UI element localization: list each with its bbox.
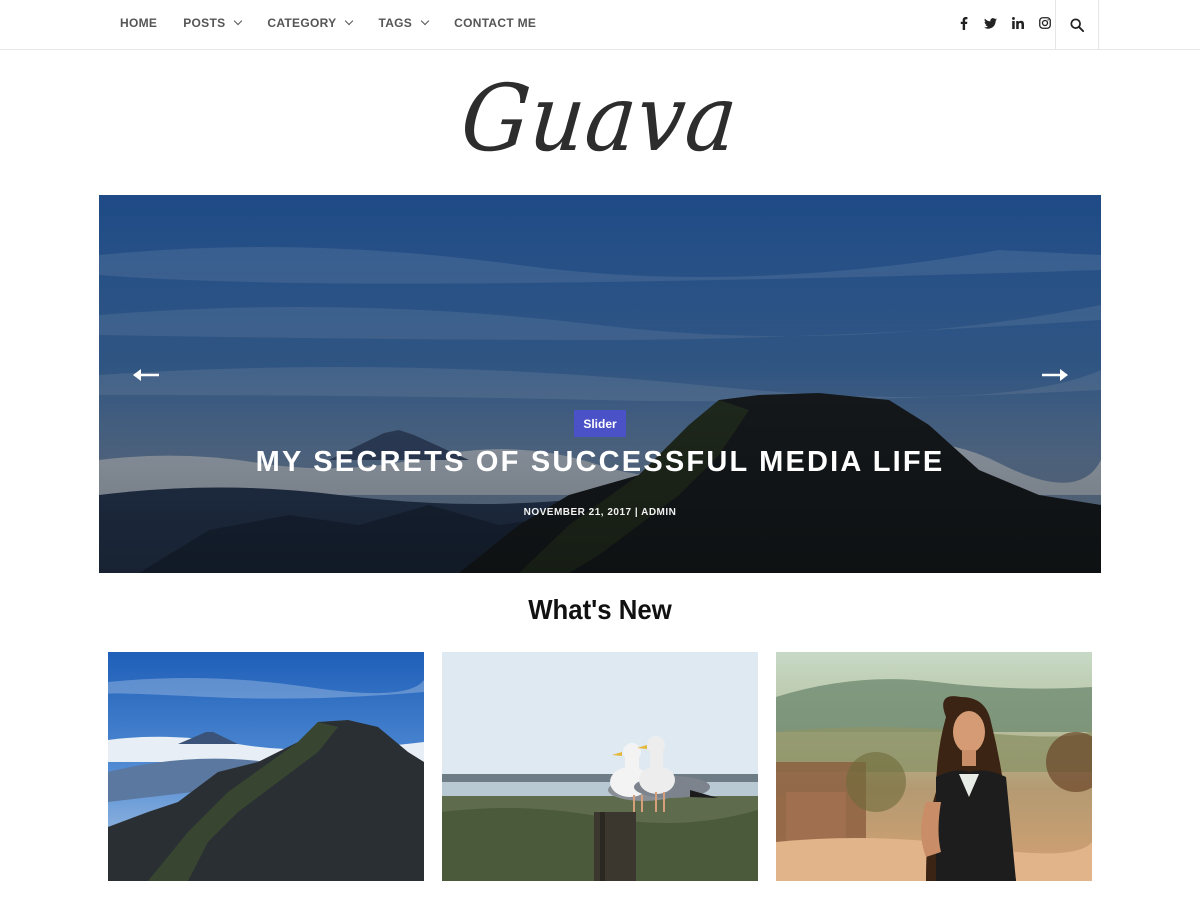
seagulls-photo (442, 652, 758, 881)
search-icon (1070, 17, 1084, 32)
site-logo[interactable]: Guava (0, 50, 1200, 190)
nav-item-posts[interactable]: POSTS (183, 16, 243, 30)
post-card-seagulls[interactable] (442, 652, 758, 881)
linkedin-icon[interactable] (1004, 0, 1031, 46)
slide-title[interactable]: MY SECRETS OF SUCCESSFUL MEDIA LIFE (99, 446, 1101, 479)
nav-item-label: CATEGORY (267, 16, 337, 30)
post-card-mountain[interactable] (108, 652, 424, 881)
nav-item-home[interactable]: HOME (120, 16, 157, 30)
hero-slider: Slider MY SECRETS OF SUCCESSFUL MEDIA LI… (99, 195, 1101, 573)
search-button[interactable] (1055, 0, 1099, 49)
section-title: What's New (528, 594, 672, 625)
post-card-portrait[interactable] (776, 652, 1092, 881)
main-menu: HOME POSTS CATEGORY TAGS CONTACT ME (120, 0, 562, 46)
nav-item-label: POSTS (183, 16, 226, 30)
chevron-down-icon (234, 16, 243, 26)
twitter-icon[interactable] (977, 0, 1004, 46)
top-navigation-bar: HOME POSTS CATEGORY TAGS CONTACT ME (0, 0, 1200, 50)
nav-item-category[interactable]: CATEGORY (267, 16, 354, 30)
woman-portrait-photo (776, 652, 1092, 881)
nav-item-label: CONTACT ME (454, 16, 537, 30)
nav-item-label: TAGS (378, 16, 413, 30)
next-slide-arrow-icon[interactable] (1034, 365, 1074, 385)
chevron-down-icon (345, 16, 354, 26)
logo-text: Guava (457, 64, 743, 172)
category-badge[interactable]: Slider (574, 410, 626, 437)
nav-item-tags[interactable]: TAGS (378, 16, 430, 30)
facebook-icon[interactable] (950, 0, 977, 46)
instagram-icon[interactable] (1031, 0, 1058, 46)
slide-meta: NOVEMBER 21, 2017 | ADMIN (523, 507, 677, 518)
mountain-peak-photo (108, 652, 424, 881)
nav-item-contact[interactable]: CONTACT ME (454, 16, 536, 30)
chevron-down-icon (420, 16, 430, 26)
nav-item-label: HOME (120, 16, 158, 30)
social-links (950, 0, 1058, 46)
previous-slide-arrow-icon[interactable] (127, 365, 167, 385)
